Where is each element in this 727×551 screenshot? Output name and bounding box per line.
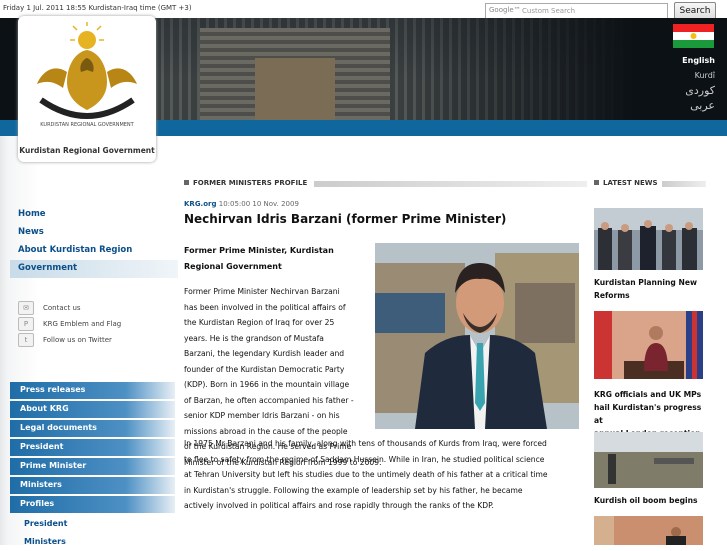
date-time: Friday 1 Jul. 2011 18:55 Kurdistan-Iraq …	[3, 4, 192, 12]
news-item-1[interactable]: Kurdistan Planning New Reforms	[594, 208, 706, 302]
secondary-nav: Press releases About KRG Legal documents…	[10, 382, 175, 551]
search-input[interactable]: Google™ Custom Search	[485, 3, 668, 19]
nav-sub-president[interactable]: President	[10, 515, 175, 533]
news-thumbnail[interactable]	[594, 311, 703, 379]
twitter-icon: t	[18, 333, 34, 347]
contact-links: ✉ Contact us P KRG Emblem and Flag t Fol…	[18, 300, 121, 348]
google-logo: Google™	[489, 6, 521, 14]
news-caption[interactable]: Kurdish oil boom begins	[594, 494, 706, 507]
emblem-flag-link[interactable]: P KRG Emblem and Flag	[18, 316, 121, 332]
parliament-photo	[155, 18, 675, 120]
nav-profiles[interactable]: Profiles	[10, 496, 175, 513]
nav-news[interactable]: News	[10, 224, 178, 242]
kurdistan-flag-icon[interactable]	[673, 24, 714, 48]
nav-about-krg[interactable]: About KRG	[10, 401, 175, 418]
section-header: FORMER MINISTERS PROFILE	[184, 179, 587, 188]
primary-nav: Home News About Kurdistan Region Governm…	[10, 206, 178, 278]
krg-logo[interactable]: KURDISTAN REGIONAL GOVERNMENT Kurdistan …	[18, 16, 156, 162]
portrait-photo	[375, 243, 579, 429]
nav-prime-minister[interactable]: Prime Minister	[10, 458, 175, 475]
article-timestamp: 10:05:00 10 Nov. 2009	[218, 200, 299, 208]
nav-press-releases[interactable]: Press releases	[10, 382, 175, 399]
emblem-text: KURDISTAN REGIONAL GOVERNMENT	[40, 122, 134, 128]
nav-home[interactable]: Home	[10, 206, 178, 224]
news-item-2[interactable]: KRG officials and UK MPs hail Kurdistan'…	[594, 311, 706, 440]
org-name: Kurdistan Regional Government	[19, 146, 155, 155]
nav-government[interactable]: Government	[10, 260, 178, 278]
emblem-icon: KURDISTAN REGIONAL GOVERNMENT	[37, 22, 137, 128]
nav-sub-ministers[interactable]: Ministers	[10, 533, 175, 551]
nav-president[interactable]: President	[10, 439, 175, 456]
news-thumbnail[interactable]	[594, 432, 703, 488]
news-thumbnail[interactable]	[594, 208, 703, 270]
emblem-icon: P	[18, 317, 34, 331]
nav-about-kurdistan-region[interactable]: About Kurdistan Region	[10, 242, 178, 260]
lang-kurdi[interactable]: Kurdî	[695, 71, 715, 80]
twitter-link[interactable]: t Follow us on Twitter	[18, 332, 121, 348]
news-thumbnail[interactable]	[594, 516, 703, 545]
lang-english[interactable]: English	[682, 56, 715, 65]
lang-arabic[interactable]: عربی	[690, 99, 715, 112]
news-item-3[interactable]: Kurdish oil boom begins	[594, 432, 706, 507]
article-source[interactable]: KRG.org	[184, 200, 217, 208]
page-title: Nechirvan Idris Barzani (former Prime Mi…	[184, 212, 507, 226]
latest-news-header: LATEST NEWS	[594, 179, 706, 188]
contact-us-link[interactable]: ✉ Contact us	[18, 300, 121, 316]
nav-legal-documents[interactable]: Legal documents	[10, 420, 175, 437]
article-paragraph-2: In 1975 Mr Barzani and his family, along…	[184, 439, 548, 510]
envelope-icon: ✉	[18, 301, 34, 315]
article-meta: KRG.org 10:05:00 10 Nov. 2009	[184, 200, 299, 208]
article-subtitle: Former Prime Minister, Kurdistan Regiona…	[184, 246, 334, 271]
search-placeholder: Custom Search	[522, 7, 576, 15]
nav-ministers[interactable]: Ministers	[10, 477, 175, 494]
news-caption[interactable]: Kurdistan Planning New Reforms	[594, 276, 706, 302]
lang-sorani[interactable]: کوردی	[685, 84, 715, 97]
